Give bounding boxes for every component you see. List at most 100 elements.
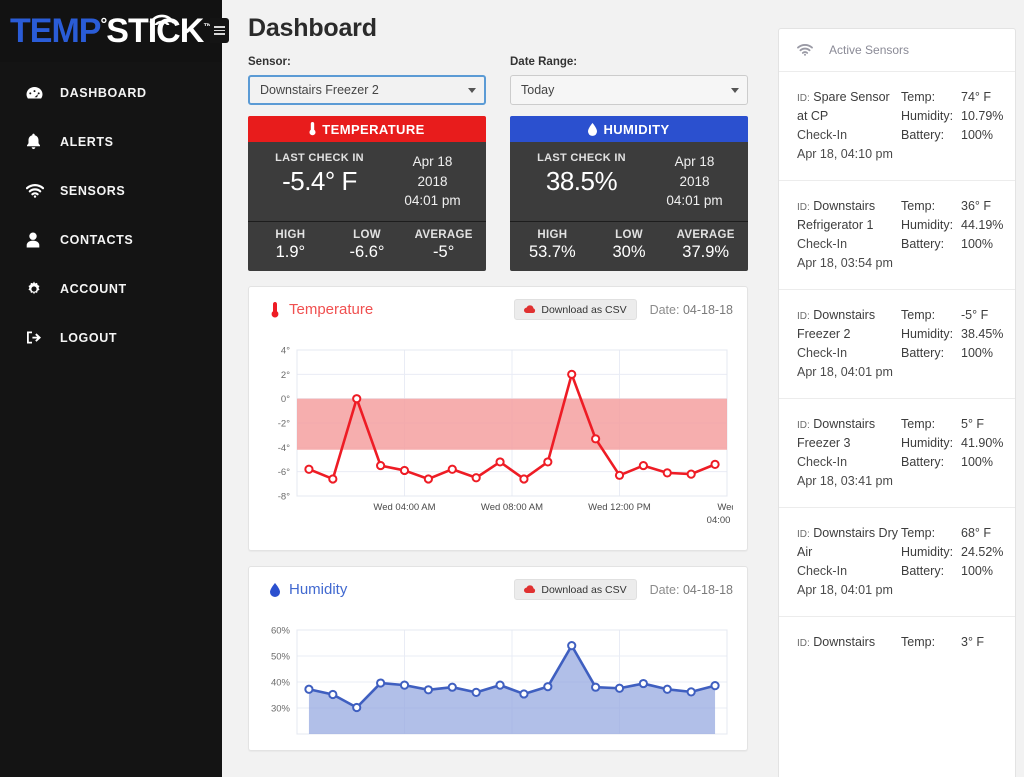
- reading-value: 100%: [961, 564, 993, 578]
- temperature-value: -5.4° F: [282, 166, 357, 196]
- temperature-chart[interactable]: 4° 2° 0° -2° -4° -6° -8° Wed 04:00 AM Wed 08:00 …: [263, 338, 733, 538]
- reading-value: 24.52%: [961, 545, 1004, 559]
- svg-text:-6°: -6°: [278, 467, 290, 478]
- sensor-id: ID: Downstairs Refrigerator 1: [797, 197, 901, 235]
- logout-icon: [26, 330, 60, 345]
- sensor-id: ID: Downstairs: [797, 633, 901, 652]
- humidity-card-header: HUMIDITY: [510, 116, 748, 142]
- sensor-identity: ID: Downstairs Freezer 2 Check-In Apr 18, …: [797, 306, 901, 382]
- svg-text:50%: 50%: [271, 651, 291, 662]
- temperature-low: LOW -6.6°: [329, 229, 406, 262]
- sensor-card[interactable]: ID: Downstairs Temp: 3° F: [779, 616, 1015, 668]
- sidebar-item-sensors[interactable]: SENSORS: [0, 166, 222, 215]
- sensor-check-in-label: Check-In: [797, 455, 848, 469]
- sidebar-item-dashboard[interactable]: DASHBOARD: [0, 68, 222, 117]
- stat-label: AVERAGE: [676, 228, 735, 241]
- sidebar-nav: DASHBOARD ALERTS SENSORS CONTACTS ACCOUN…: [0, 62, 222, 362]
- sensor-reading-battery: Battery: 100%: [901, 562, 1005, 581]
- humidity-download-csv-label: Download as CSV: [541, 583, 627, 596]
- sidebar: TEMP°STICK™ DASHBOARD ALERTS SENSORS CON…: [0, 0, 222, 777]
- thermometer-icon: [309, 122, 316, 136]
- date-value: 04-18-18: [682, 302, 733, 317]
- sensor-select-label: Sensor:: [248, 56, 291, 68]
- humidity-stat-card: HUMIDITY LAST CHECK IN 38.5% Apr 18 2018…: [510, 116, 748, 271]
- sensor-identity: ID: Downstairs Refrigerator 1 Check-In Apr…: [797, 197, 901, 273]
- sensor-reading-humidity: Humidity: 41.90%: [901, 434, 1005, 453]
- sensor-id-label: ID:: [797, 311, 810, 322]
- sidebar-item-alerts[interactable]: ALERTS: [0, 117, 222, 166]
- svg-text:04:00 PM: 04:00 PM: [707, 515, 733, 526]
- date-range-filter-group: Date Range: Today: [510, 56, 748, 105]
- sensor-card[interactable]: ID: Downstairs Freezer 3 Check-In Apr 18, …: [779, 398, 1015, 507]
- reading-value: 41.90%: [961, 436, 1004, 450]
- svg-text:40%: 40%: [271, 677, 291, 688]
- active-sensors-panel: Active Sensors ID: Spare Sensor at CP Che…: [778, 28, 1016, 777]
- reading-label: Temp:: [901, 635, 936, 649]
- sensor-check-in-value: Apr 18, 03:41 pm: [797, 474, 893, 488]
- reading-label: Battery:: [901, 237, 945, 251]
- reading-label: Humidity:: [901, 327, 954, 341]
- temperature-last-check: LAST CHECK IN -5.4° F: [254, 150, 385, 211]
- humidity-chart-date: Date: 04-18-18: [650, 583, 733, 597]
- sidebar-item-account[interactable]: ACCOUNT: [0, 264, 222, 313]
- stat-label: LOW: [615, 228, 643, 241]
- svg-text:-2°: -2°: [278, 418, 290, 429]
- date-range-select[interactable]: Today: [510, 75, 748, 105]
- sensor-reading-humidity: Humidity: 38.45%: [901, 325, 1005, 344]
- sensor-card[interactable]: ID: Downstairs Freezer 2 Check-In Apr 18, …: [779, 289, 1015, 398]
- brand-logo[interactable]: TEMP°STICK™: [0, 0, 222, 62]
- last-check-in-label: LAST CHECK IN: [275, 152, 364, 164]
- reading-label: Temp:: [901, 526, 936, 540]
- sensor-card[interactable]: ID: Downstairs Refrigerator 1 Check-In Apr…: [779, 180, 1015, 289]
- sensor-id: ID: Downstairs Dry Air: [797, 524, 901, 562]
- sidebar-item-contacts[interactable]: CONTACTS: [0, 215, 222, 264]
- sensor-card[interactable]: ID: Downstairs Dry Air Check-In Apr 18, 04…: [779, 507, 1015, 616]
- chevron-down-icon: [468, 87, 476, 93]
- sensor-readings: Temp: 68° F Humidity: 24.52% Battery: 100%: [901, 524, 1005, 600]
- sensor-select[interactable]: Downstairs Freezer 2: [248, 75, 486, 105]
- reading-value: 100%: [961, 237, 993, 251]
- svg-text:Wed: Wed: [717, 502, 733, 513]
- sidebar-item-label: CONTACTS: [60, 232, 134, 247]
- sidebar-item-logout[interactable]: LOGOUT: [0, 313, 222, 362]
- sensor-id: ID: Downstairs Freezer 3: [797, 415, 901, 453]
- stat-value: -6.6°: [349, 242, 385, 261]
- humidity-card-title: HUMIDITY: [603, 121, 670, 137]
- logo-text: TEMP°STICK™: [10, 11, 212, 48]
- wifi-icon: [149, 11, 175, 25]
- sensor-reading-battery: Battery: 100%: [901, 126, 1005, 145]
- sensor-reading-battery: Battery: 100%: [901, 344, 1005, 363]
- reading-label: Battery:: [901, 564, 945, 578]
- humidity-panel-title: Humidity: [289, 581, 348, 599]
- sensor-card[interactable]: ID: Spare Sensor at CP Check-In Apr 18, 04…: [779, 71, 1015, 180]
- sensor-identity: ID: Downstairs: [797, 633, 901, 652]
- chevron-down-icon: [731, 87, 739, 93]
- sidebar-toggle-button[interactable]: [210, 18, 229, 43]
- sensor-identity: ID: Spare Sensor at CP Check-In Apr 18, 04…: [797, 88, 901, 164]
- svg-text:4°: 4°: [281, 345, 290, 356]
- svg-text:60%: 60%: [271, 625, 291, 636]
- center-column: Sensor: Downstairs Freezer 2 Date Range:…: [248, 56, 748, 751]
- stat-label: LOW: [353, 228, 381, 241]
- date-label: Date:: [649, 302, 680, 317]
- temperature-download-csv-button[interactable]: Download as CSV: [514, 299, 637, 321]
- sidebar-item-label: ALERTS: [60, 134, 114, 149]
- sensor-id: ID: Downstairs Freezer 2: [797, 306, 901, 344]
- sensor-check-in-value: Apr 18, 04:10 pm: [797, 147, 893, 161]
- humidity-chart[interactable]: 60% 50% 40% 30%: [263, 618, 733, 738]
- user-icon: [26, 232, 60, 248]
- temperature-chart-date: Date: 04-18-18: [650, 303, 733, 317]
- thermometer-icon: [263, 301, 287, 318]
- humidity-download-csv-button[interactable]: Download as CSV: [514, 579, 637, 601]
- humidity-last-check: LAST CHECK IN 38.5%: [516, 150, 647, 211]
- main-content: Dashboard Sensor: Downstairs Freezer 2 D…: [222, 0, 1024, 777]
- svg-text:2°: 2°: [281, 370, 290, 381]
- filter-row: Sensor: Downstairs Freezer 2 Date Range:…: [248, 56, 748, 105]
- sensor-check-in-label: Check-In: [797, 564, 848, 578]
- reading-value: 10.79%: [961, 109, 1004, 123]
- sensor-readings: Temp: 5° F Humidity: 41.90% Battery: 100%: [901, 415, 1005, 491]
- cloud-download-icon: [524, 305, 536, 314]
- sensor-check-in-label: Check-In: [797, 128, 848, 142]
- sensor-reading-battery: Battery: 100%: [901, 235, 1005, 254]
- reading-label: Temp:: [901, 417, 936, 431]
